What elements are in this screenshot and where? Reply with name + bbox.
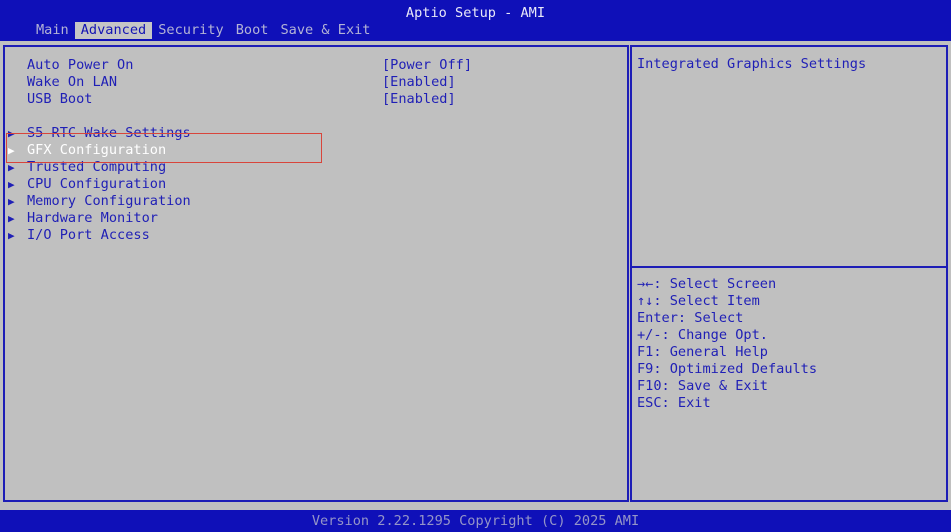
version-text: Version 2.22.1295 Copyright (C) 2025 AMI	[311, 513, 640, 529]
menu-tab-advanced[interactable]: Advanced	[74, 22, 153, 39]
title-bar: Aptio Setup - AMI Main Advanced Security…	[0, 0, 951, 41]
submenu-label: CPU Configuration	[27, 176, 167, 192]
key-help-f10: F10: Save & Exit	[637, 378, 768, 394]
setting-usb-boot-value[interactable]: [Enabled]	[382, 91, 456, 108]
menu-tab-main[interactable]: Main	[30, 22, 75, 39]
help-panel: Integrated Graphics Settings →←: Select …	[630, 45, 948, 502]
bios-screen: Aptio Setup - AMI Main Advanced Security…	[0, 0, 951, 532]
help-divider	[632, 266, 946, 268]
menu-bar: Main Advanced Security Boot Save & Exit	[30, 22, 377, 39]
submenu-arrow-icon: ▶	[8, 195, 15, 208]
key-help-enter: Enter: Select	[637, 310, 744, 326]
key-help-f9: F9: Optimized Defaults	[637, 361, 818, 377]
key-help-f1: F1: General Help	[637, 344, 768, 360]
key-help-esc: ESC: Exit	[637, 395, 711, 411]
submenu-arrow-icon: ▶	[8, 212, 15, 225]
menu-tab-boot[interactable]: Boot	[230, 22, 275, 39]
setting-auto-power-on-value[interactable]: [Power Off]	[382, 57, 472, 74]
submenu-arrow-icon: ▶	[8, 229, 15, 242]
setting-usb-boot-label[interactable]: USB Boot	[27, 91, 92, 108]
setting-auto-power-on-label[interactable]: Auto Power On	[27, 57, 133, 74]
help-description: Integrated Graphics Settings	[637, 56, 867, 72]
setting-wake-on-lan-label[interactable]: Wake On LAN	[27, 74, 117, 91]
menu-tab-save-exit[interactable]: Save & Exit	[274, 22, 376, 39]
settings-panel: Auto Power On [Power Off] Wake On LAN [E…	[3, 45, 629, 502]
menu-tab-security[interactable]: Security	[152, 22, 229, 39]
submenu-arrow-icon: ▶	[8, 178, 15, 191]
submenu-label: Hardware Monitor	[27, 210, 158, 226]
key-help-select-item: ↑↓: Select Item	[637, 293, 760, 309]
submenu-label: Memory Configuration	[27, 193, 191, 209]
submenu-label: I/O Port Access	[27, 227, 150, 243]
window-title: Aptio Setup - AMI	[405, 5, 546, 21]
key-help-select-screen: →←: Select Screen	[637, 276, 777, 292]
selection-highlight	[6, 133, 322, 163]
status-footer: Version 2.22.1295 Copyright (C) 2025 AMI	[0, 510, 951, 532]
setting-wake-on-lan-value[interactable]: [Enabled]	[382, 74, 456, 91]
key-help-change-opt: +/-: Change Opt.	[637, 327, 768, 343]
